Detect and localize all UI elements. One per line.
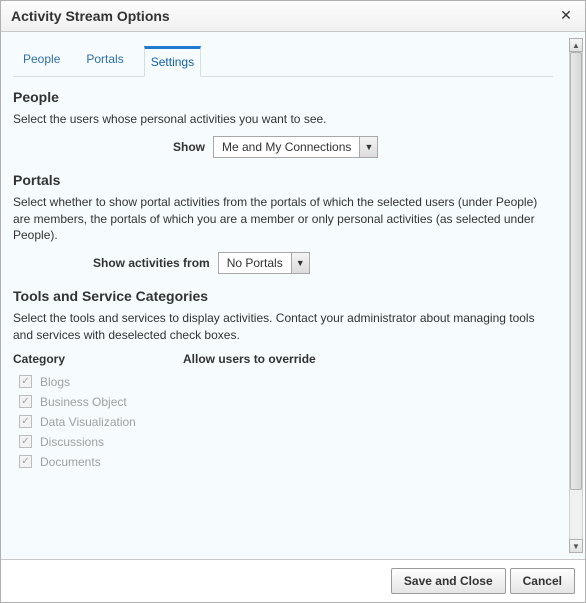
portals-from-label: Show activities from: [93, 256, 210, 270]
people-show-label: Show: [173, 140, 205, 154]
people-heading: People: [13, 89, 553, 105]
portals-from-row: Show activities from No Portals ▼: [93, 252, 553, 274]
checkbox-icon[interactable]: ✓: [19, 435, 32, 448]
tools-row: ✓ Discussions: [13, 432, 553, 452]
tools-item-label: Data Visualization: [40, 415, 136, 429]
checkbox-icon[interactable]: ✓: [19, 375, 32, 388]
scroll-up-icon[interactable]: ▲: [569, 38, 583, 52]
people-show-select[interactable]: Me and My Connections ▼: [213, 136, 378, 158]
dialog-footer: Save and Close Cancel: [1, 559, 585, 602]
checkbox-icon[interactable]: ✓: [19, 415, 32, 428]
tools-item-label: Discussions: [40, 435, 104, 449]
tools-row: ✓ Documents: [13, 452, 553, 472]
portals-from-select[interactable]: No Portals ▼: [218, 252, 310, 274]
checkbox-icon[interactable]: ✓: [19, 455, 32, 468]
scroll-thumb[interactable]: [570, 52, 582, 490]
dialog: Activity Stream Options ✕ People Portals…: [0, 0, 586, 603]
scroll-track[interactable]: [569, 52, 583, 539]
chevron-down-icon[interactable]: ▼: [359, 137, 377, 157]
tab-bar: People Portals Settings: [13, 40, 553, 77]
content-area: People Portals Settings People Select th…: [1, 32, 585, 559]
tab-portals[interactable]: Portals: [80, 46, 129, 76]
tab-settings[interactable]: Settings: [144, 46, 201, 77]
portals-from-value: No Portals: [219, 253, 291, 273]
tools-heading: Tools and Service Categories: [13, 288, 553, 304]
cancel-button[interactable]: Cancel: [510, 568, 575, 594]
tools-row: ✓ Business Object: [13, 392, 553, 412]
people-desc: Select the users whose personal activiti…: [13, 111, 553, 128]
tab-people[interactable]: People: [17, 46, 66, 76]
tools-col-category: Category: [13, 352, 183, 366]
tools-table: Category Allow users to override ✓ Blogs…: [13, 352, 553, 472]
chevron-down-icon[interactable]: ▼: [291, 253, 309, 273]
titlebar: Activity Stream Options ✕: [1, 1, 585, 32]
content-inner: People Portals Settings People Select th…: [9, 36, 557, 472]
tools-row: ✓ Data Visualization: [13, 412, 553, 432]
tools-header-row: Category Allow users to override: [13, 352, 553, 366]
scrollbar[interactable]: ▲ ▼: [569, 38, 583, 553]
scroll-down-icon[interactable]: ▼: [569, 539, 583, 553]
tools-item-label: Blogs: [40, 375, 70, 389]
tools-item-label: Documents: [40, 455, 101, 469]
people-show-row: Show Me and My Connections ▼: [173, 136, 553, 158]
checkbox-icon[interactable]: ✓: [19, 395, 32, 408]
people-show-value: Me and My Connections: [214, 137, 359, 157]
tools-desc: Select the tools and services to display…: [13, 310, 553, 344]
close-icon[interactable]: ✕: [557, 7, 575, 25]
tools-row: ✓ Blogs: [13, 372, 553, 392]
save-and-close-button[interactable]: Save and Close: [391, 568, 506, 594]
portals-heading: Portals: [13, 172, 553, 188]
tools-item-label: Business Object: [40, 395, 127, 409]
tools-col-override: Allow users to override: [183, 352, 316, 366]
portals-desc: Select whether to show portal activities…: [13, 194, 553, 244]
dialog-title: Activity Stream Options: [11, 8, 170, 24]
